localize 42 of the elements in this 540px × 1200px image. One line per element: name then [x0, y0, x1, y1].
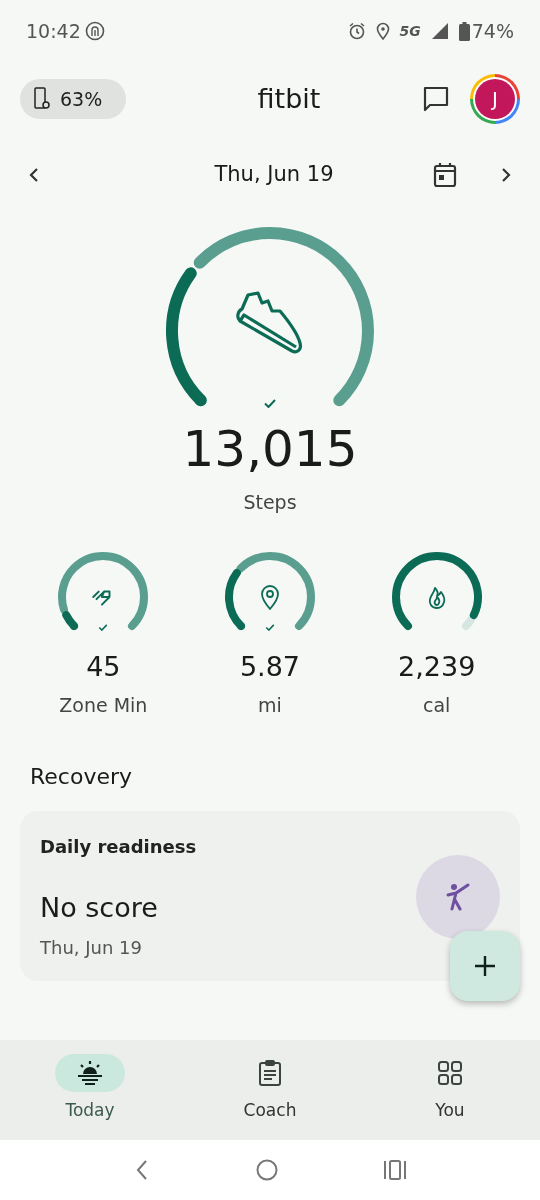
- stat-value: 45: [86, 649, 121, 684]
- check-icon: [265, 623, 275, 631]
- location-pin-icon: [258, 582, 282, 611]
- date-label: Thu, Jun 19: [214, 161, 334, 189]
- clipboard-icon: [258, 1059, 282, 1087]
- app-title: fitbit: [257, 81, 321, 116]
- card-date: Thu, Jun 19: [40, 936, 142, 960]
- steps-count: 13,015: [182, 424, 358, 474]
- card-title: Daily readiness: [40, 834, 197, 859]
- nav-tab[interactable]: Coach: [180, 1040, 360, 1140]
- clock-time: 10:42: [26, 18, 81, 44]
- avatar[interactable]: J: [470, 74, 520, 124]
- check-icon: [98, 623, 108, 631]
- steps-label: Steps: [243, 490, 297, 515]
- plus-icon: [474, 954, 496, 977]
- fingerprint-icon: [84, 21, 105, 41]
- stat-label: mi: [258, 693, 282, 718]
- message-icon[interactable]: [422, 85, 450, 113]
- battery-icon: [458, 21, 470, 41]
- nav-tab[interactable]: Today: [0, 1040, 180, 1140]
- watch-battery-icon: [34, 87, 50, 111]
- nav-tab[interactable]: You: [360, 1040, 540, 1140]
- readiness-card[interactable]: Daily readiness No score Thu, Jun 19: [20, 810, 520, 981]
- battery-percent: 74%: [471, 18, 514, 44]
- stat-value: 5.87: [239, 649, 301, 684]
- signal-icon: [430, 22, 449, 40]
- readiness-score: No score: [40, 890, 158, 925]
- calendar-icon[interactable]: [432, 162, 458, 188]
- network-type: 5G: [399, 21, 421, 41]
- check-icon: [264, 399, 276, 408]
- sunrise-icon: [76, 1060, 104, 1086]
- section-title: Recovery: [29, 762, 133, 791]
- stat-label: Zone Min: [59, 693, 148, 718]
- recents-icon[interactable]: [383, 1159, 408, 1181]
- stat-value: 2,239: [398, 649, 476, 684]
- location-icon: [375, 22, 390, 40]
- home-icon[interactable]: [256, 1159, 278, 1181]
- grid-icon: [437, 1060, 463, 1086]
- device-battery-chip[interactable]: 63%: [20, 79, 126, 119]
- stretching-figure-icon: [445, 882, 471, 911]
- alarm-icon: [347, 22, 366, 40]
- stat-label: cal: [422, 693, 451, 718]
